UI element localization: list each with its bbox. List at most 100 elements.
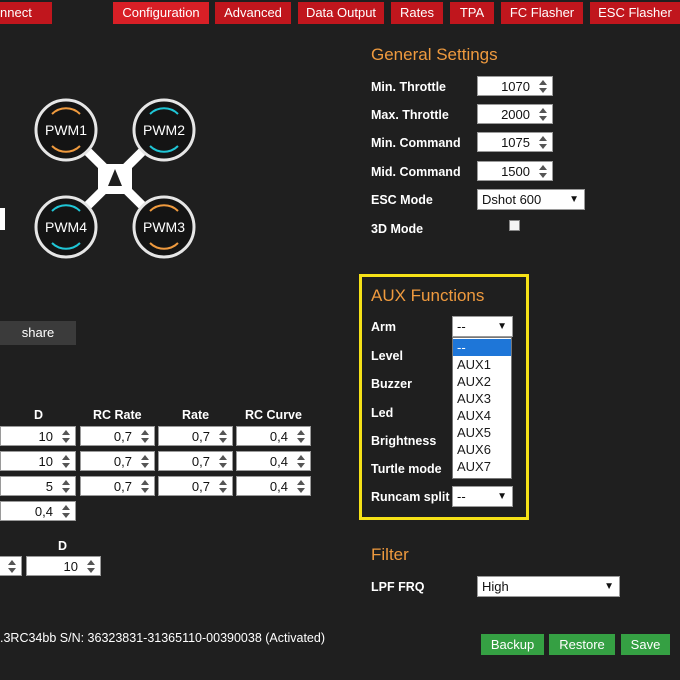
spinner-arrows-icon[interactable] — [62, 454, 72, 469]
spinner-arrows-icon[interactable] — [8, 559, 18, 574]
spinner-arrows-icon[interactable] — [141, 429, 151, 444]
rc-rate-input[interactable]: 0,7 — [80, 451, 155, 471]
spinner-arrows-icon[interactable] — [62, 479, 72, 494]
tab-esc-flasher[interactable]: ESC Flasher — [590, 2, 680, 24]
dropdown-option[interactable]: AUX3 — [453, 390, 511, 407]
aux-arm-label: Arm — [371, 320, 397, 334]
filter-title: Filter — [371, 545, 409, 564]
spinner-arrows-icon[interactable] — [219, 479, 229, 494]
motor-pwm4: PWM4 — [34, 195, 98, 259]
top-nav: nnect Configuration Advanced Data Output… — [0, 0, 680, 27]
mode-3d-checkbox[interactable] — [509, 220, 520, 231]
aux-runcam-split-select[interactable]: -- ▼ — [452, 486, 513, 507]
aux-runcam-split-label: Runcam split — [371, 490, 450, 504]
spinner-arrows-icon[interactable] — [297, 479, 307, 494]
lpf-frq-label: LPF FRQ — [371, 580, 425, 594]
general-settings-title: General Settings — [371, 45, 498, 64]
dropdown-option[interactable]: AUX2 — [453, 373, 511, 390]
pid-d-input[interactable]: 10 — [0, 451, 76, 471]
dropdown-option[interactable]: AUX6 — [453, 441, 511, 458]
save-button[interactable]: Save — [621, 634, 670, 655]
max-throttle-label: Max. Throttle — [371, 108, 449, 122]
sub-col-header-d: D — [58, 539, 68, 553]
rc-curve-input[interactable]: 0,4 — [236, 476, 311, 496]
tab-data-output[interactable]: Data Output — [298, 2, 384, 24]
sub-left-input[interactable] — [0, 556, 22, 576]
rate-input[interactable]: 0,7 — [158, 476, 233, 496]
sub-d-input[interactable]: 10 — [26, 556, 101, 576]
aux-arm-select[interactable]: -- ▼ — [452, 316, 513, 337]
motor-pwm1: PWM1 — [34, 98, 98, 162]
tab-fc-flasher[interactable]: FC Flasher — [501, 2, 583, 24]
spinner-arrows-icon[interactable] — [141, 479, 151, 494]
spinner-arrows-icon[interactable] — [62, 504, 72, 519]
aux-level-label: Level — [371, 349, 403, 363]
col-header-rc-curve: RC Curve — [245, 408, 302, 422]
dropdown-option[interactable]: AUX4 — [453, 407, 511, 424]
motor-label: PWM4 — [45, 219, 87, 235]
tab-rates[interactable]: Rates — [391, 2, 443, 24]
max-throttle-input[interactable]: 2000 — [477, 104, 553, 124]
lpf-frq-select[interactable]: High ▼ — [477, 576, 620, 597]
spinner-arrows-icon[interactable] — [219, 454, 229, 469]
tab-configuration[interactable]: Configuration — [113, 2, 209, 24]
min-throttle-label: Min. Throttle — [371, 80, 446, 94]
spinner-arrows-icon[interactable] — [539, 135, 549, 150]
share-button[interactable]: share — [0, 321, 76, 345]
motor-label: PWM2 — [143, 122, 185, 138]
rc-rate-input[interactable]: 0,7 — [80, 426, 155, 446]
spinner-arrows-icon[interactable] — [219, 429, 229, 444]
col-header-rc-rate: RC Rate — [93, 408, 142, 422]
mid-command-label: Mid. Command — [371, 165, 461, 179]
min-command-input[interactable]: 1075 — [477, 132, 553, 152]
mode-3d-label: 3D Mode — [371, 222, 424, 236]
extra-value-input[interactable]: 0,4 — [0, 501, 76, 521]
spinner-arrows-icon[interactable] — [87, 559, 97, 574]
spinner-arrows-icon[interactable] — [297, 454, 307, 469]
backup-button[interactable]: Backup — [481, 634, 544, 655]
chevron-down-icon: ▼ — [497, 491, 507, 502]
firmware-status: .3RC34bb S/N: 36323831-31365110-00390038… — [0, 631, 325, 645]
spinner-arrows-icon[interactable] — [62, 429, 72, 444]
mid-command-input[interactable]: 1500 — [477, 161, 553, 181]
esc-mode-label: ESC Mode — [371, 193, 433, 207]
col-header-rate: Rate — [182, 408, 210, 422]
motor-pwm3: PWM3 — [132, 195, 196, 259]
aux-arm-dropdown-list: -- AUX1 AUX2 AUX3 AUX4 AUX5 AUX6 AUX7 — [452, 337, 512, 479]
aux-buzzer-label: Buzzer — [371, 377, 412, 391]
aux-led-label: Led — [371, 406, 394, 420]
tab-advanced[interactable]: Advanced — [215, 2, 291, 24]
dropdown-option[interactable]: AUX1 — [453, 356, 511, 373]
edge-input[interactable] — [0, 208, 5, 230]
min-throttle-input[interactable]: 1070 — [477, 76, 553, 96]
pid-d-input[interactable]: 5 — [0, 476, 76, 496]
aux-brightness-label: Brightness — [371, 434, 437, 448]
motor-pwm2: PWM2 — [132, 98, 196, 162]
rc-curve-input[interactable]: 0,4 — [236, 426, 311, 446]
motor-label: PWM1 — [45, 122, 87, 138]
restore-button[interactable]: Restore — [549, 634, 615, 655]
rate-input[interactable]: 0,7 — [158, 451, 233, 471]
tab-tpa[interactable]: TPA — [450, 2, 494, 24]
rc-curve-input[interactable]: 0,4 — [236, 451, 311, 471]
aux-turtle-mode-label: Turtle mode — [371, 462, 442, 476]
aux-functions-title: AUX Functions — [371, 286, 485, 305]
spinner-arrows-icon[interactable] — [297, 429, 307, 444]
rc-rate-input[interactable]: 0,7 — [80, 476, 155, 496]
esc-mode-select[interactable]: Dshot 600 ▼ — [477, 189, 585, 210]
quad-motor-diagram: PWM1 PWM2 PWM4 PWM3 — [34, 98, 196, 259]
spinner-arrows-icon[interactable] — [539, 79, 549, 94]
motor-label: PWM3 — [143, 219, 185, 235]
rate-input[interactable]: 0,7 — [158, 426, 233, 446]
pid-d-input[interactable]: 10 — [0, 426, 76, 446]
dropdown-option[interactable]: AUX7 — [453, 458, 511, 475]
chevron-down-icon: ▼ — [497, 321, 507, 332]
spinner-arrows-icon[interactable] — [141, 454, 151, 469]
connect-button[interactable]: nnect — [0, 2, 52, 24]
dropdown-option[interactable]: -- — [453, 339, 511, 356]
spinner-arrows-icon[interactable] — [539, 107, 549, 122]
min-command-label: Min. Command — [371, 136, 461, 150]
dropdown-option[interactable]: AUX5 — [453, 424, 511, 441]
spinner-arrows-icon[interactable] — [539, 164, 549, 179]
chevron-down-icon: ▼ — [604, 581, 614, 592]
